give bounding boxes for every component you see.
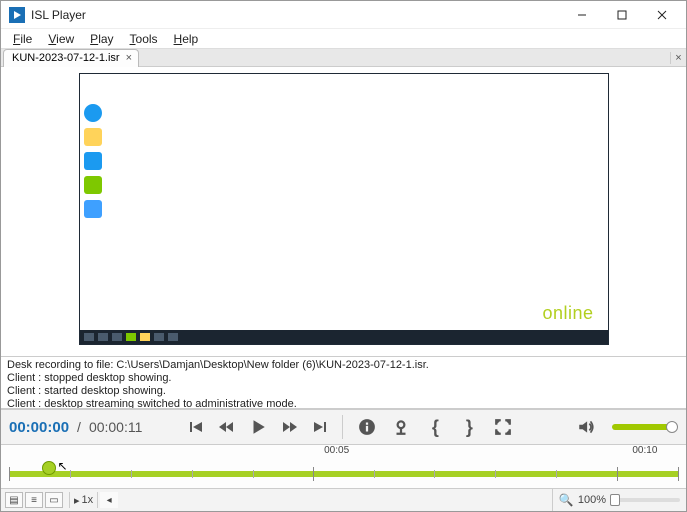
info-button[interactable] (353, 413, 381, 441)
bracket-close-button[interactable]: } (455, 413, 483, 441)
menu-view[interactable]: View (40, 30, 82, 48)
single-mode-button[interactable]: ▭ (45, 492, 63, 508)
maximize-button[interactable] (602, 3, 642, 27)
desktop-icons (84, 80, 102, 218)
tab-label: KUN-2023-07-12-1.isr (12, 52, 120, 64)
desktop-icon (84, 200, 102, 218)
menu-help[interactable]: Help (166, 30, 207, 48)
window-title: ISL Player (31, 8, 562, 22)
view-mode-button[interactable]: ▤ (5, 492, 23, 508)
play-icon: ▸ (74, 494, 80, 507)
volume-button[interactable] (572, 413, 600, 441)
tab-close-icon[interactable]: × (126, 52, 132, 64)
app-icon (9, 7, 25, 23)
time-separator: / (77, 419, 81, 435)
log-line: Client : stopped desktop showing. (7, 372, 680, 385)
menu-play[interactable]: Play (82, 30, 121, 48)
marker-button[interactable] (387, 413, 415, 441)
timeline[interactable]: 00:05 00:10 ↖ (1, 445, 686, 489)
log-line: Client : started desktop showing. (7, 385, 680, 398)
cursor-icon: ↖ (57, 459, 67, 473)
close-button[interactable] (642, 3, 682, 27)
volume-slider[interactable] (612, 424, 672, 430)
timeline-mark: 00:10 (632, 445, 657, 456)
tab-bar: KUN-2023-07-12-1.isr × × (1, 49, 686, 67)
desktop-icon (84, 128, 102, 146)
volume-thumb[interactable] (666, 421, 678, 433)
remote-taskbar (80, 330, 608, 344)
zoom-icon: 🔍 (559, 493, 574, 507)
brand-watermark: islonline (521, 303, 594, 324)
desktop-icon (84, 104, 102, 122)
zoom-value: 100% (578, 494, 606, 506)
fullscreen-button[interactable] (489, 413, 517, 441)
desktop-icon (84, 152, 102, 170)
title-bar: ISL Player (1, 1, 686, 29)
playhead[interactable] (42, 461, 56, 475)
speed-prev-button[interactable]: ◂ (100, 492, 118, 508)
skip-end-button[interactable] (308, 415, 332, 439)
speed-control[interactable]: ▸ 1x (69, 492, 98, 508)
tab-recording[interactable]: KUN-2023-07-12-1.isr × (3, 49, 139, 67)
zoom-thumb[interactable] (610, 494, 620, 506)
time-total: 00:00:11 (89, 419, 142, 435)
skip-start-button[interactable] (184, 415, 208, 439)
time-current: 00:00:00 (9, 419, 69, 436)
log-line: Client : desktop streaming switched to a… (7, 398, 680, 408)
minimize-button[interactable] (562, 3, 602, 27)
rewind-button[interactable] (214, 415, 238, 439)
content-area: islonline Desk recording to file: C:\Use… (1, 67, 686, 409)
fast-forward-button[interactable] (278, 415, 302, 439)
bracket-open-button[interactable]: { (421, 413, 449, 441)
video-viewport: islonline (1, 67, 686, 356)
remote-desktop-frame: islonline (79, 73, 609, 345)
desktop-icon (84, 80, 102, 98)
timeline-track[interactable]: ↖ (9, 467, 678, 481)
tabs-close-all-icon[interactable]: × (670, 52, 686, 64)
menu-file[interactable]: File (5, 30, 40, 48)
menu-tools[interactable]: Tools (122, 30, 166, 48)
menu-bar: File View Play Tools Help (1, 29, 686, 49)
zoom-slider[interactable] (610, 498, 680, 502)
speed-value: 1x (82, 494, 94, 506)
log-line: Desk recording to file: C:\Users\Damjan\… (7, 359, 680, 372)
list-mode-button[interactable]: ≡ (25, 492, 43, 508)
timeline-mark: 00:05 (324, 445, 349, 456)
event-log: Desk recording to file: C:\Users\Damjan\… (1, 356, 686, 408)
playback-controls: 00:00:00 / 00:00:11 { } (1, 409, 686, 445)
play-button[interactable] (244, 413, 272, 441)
status-bar: ▤ ≡ ▭ ▸ 1x ◂ 🔍 100% (1, 489, 686, 511)
desktop-icon (84, 176, 102, 194)
